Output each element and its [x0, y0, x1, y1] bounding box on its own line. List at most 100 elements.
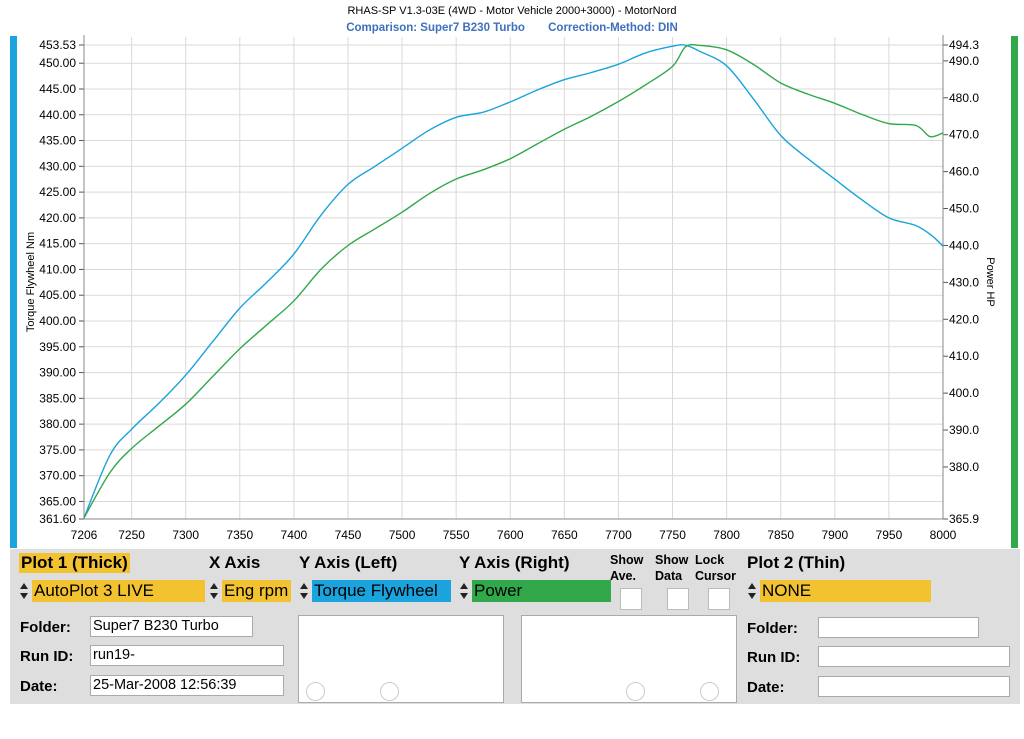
dyno-chart[interactable]: 7206 7250 7300 7350 7400 7450 7500 7550 7600 7650… — [0, 0, 1024, 549]
folder-label: Folder: — [20, 619, 71, 636]
show-data-line2: Data — [655, 569, 683, 583]
y-left-tick-label: 415.00 — [39, 237, 76, 251]
y-right-tick-label: 420.0 — [949, 312, 979, 326]
y-right-tick-label: 365.9 — [949, 512, 979, 526]
x-tick-label: 7400 — [281, 528, 308, 542]
lock-cursor-heading: Lock Cursor — [695, 552, 736, 584]
date2-field[interactable] — [818, 676, 1010, 697]
x-tick-label: 7600 — [497, 528, 524, 542]
up-down-arrows-icon[interactable] — [459, 583, 470, 599]
y-left-tick-label: 430.00 — [39, 159, 76, 173]
control-panel: Plot 1 (Thick) X Axis Y Axis (Left) Y Ax… — [10, 549, 1020, 704]
chart-tick-labels: 7206 7250 7300 7350 7400 7450 7500 7550 7600 7650… — [39, 38, 979, 542]
y-left-select[interactable]: Torque Flywheel — [312, 580, 451, 602]
y-left-selector[interactable]: Torque Flywheel — [299, 580, 451, 602]
up-down-arrows-icon[interactable] — [299, 583, 310, 599]
y-right-tick-label: 490.0 — [949, 54, 979, 68]
y-right-select[interactable]: Power — [472, 580, 611, 602]
up-down-arrows-icon[interactable] — [209, 583, 220, 599]
show-ave-line2: Ave. — [610, 569, 636, 583]
y-left-tick-label: 450.00 — [39, 56, 76, 70]
chart-axes — [79, 35, 948, 520]
y-left-tick-label: 361.60 — [39, 512, 76, 526]
y-right-tick-label: 410.0 — [949, 349, 979, 363]
plot1-heading: Plot 1 (Thick) — [19, 553, 130, 573]
y-left-tick-label: 420.00 — [39, 211, 76, 225]
show-data-line1: Show — [655, 553, 689, 567]
show-data-heading: Show Data — [655, 552, 688, 584]
y-left-tick-label: 435.00 — [39, 134, 76, 148]
y-left-tick-label: 405.00 — [39, 288, 76, 302]
x-tick-label: 7950 — [876, 528, 903, 542]
y-left-tick-label: 425.00 — [39, 185, 76, 199]
x-tick-label: 7350 — [226, 528, 253, 542]
y-left-tick-label: 445.00 — [39, 82, 76, 96]
y-right-tick-label: 430.0 — [949, 275, 979, 289]
up-down-arrows-icon[interactable] — [747, 583, 758, 599]
chart-grid — [84, 37, 943, 520]
y-right-tick-label: 480.0 — [949, 91, 979, 105]
x-axis-selector[interactable]: Eng rpm — [209, 580, 291, 602]
y-left-heading: Y Axis (Left) — [299, 553, 398, 572]
plot1-select[interactable]: AutoPlot 3 LIVE — [32, 580, 205, 602]
y-left-tick-label: 375.00 — [39, 443, 76, 457]
show-ave-line1: Show — [610, 553, 644, 567]
y-left-tick-label: 395.00 — [39, 340, 76, 354]
y-right-heading: Y Axis (Right) — [459, 553, 570, 572]
y-left-tick-label: 440.00 — [39, 108, 76, 122]
y-left-tick-label: 370.00 — [39, 469, 76, 483]
show-ave-checkbox[interactable] — [620, 588, 642, 610]
y-left-tick-label: 380.00 — [39, 417, 76, 431]
x-axis-select[interactable]: Eng rpm — [222, 580, 291, 602]
torque-series-line — [83, 44, 944, 519]
date-label: Date: — [20, 678, 58, 695]
power-series-line — [83, 43, 944, 519]
y-right-tick-label: 440.0 — [949, 238, 979, 252]
y-right-selector[interactable]: Power — [459, 580, 611, 602]
folder2-field[interactable] — [818, 617, 979, 638]
plot2-select[interactable]: NONE — [760, 580, 931, 602]
x-tick-label: 7850 — [767, 528, 794, 542]
show-ave-heading: Show Ave. — [610, 552, 643, 584]
run-id2-label: Run ID: — [747, 649, 801, 666]
x-tick-label: 7800 — [713, 528, 740, 542]
x-tick-label: 7700 — [605, 528, 632, 542]
x-tick-label: 7450 — [335, 528, 362, 542]
date-field[interactable]: 25-Mar-2008 12:56:39 — [90, 675, 284, 696]
y-left-tick-label: 400.00 — [39, 314, 76, 328]
y-right-tick-label: 470.0 — [949, 128, 979, 142]
y-left-tick-label: 365.00 — [39, 494, 76, 508]
folder-field[interactable]: Super7 B230 Turbo — [90, 616, 253, 637]
run-id-field[interactable]: run19- — [90, 645, 284, 666]
y-right-tick-label: 400.0 — [949, 386, 979, 400]
x-axis-heading: X Axis — [209, 553, 261, 572]
y-right-axis-label: Power HP — [984, 257, 996, 307]
x-tick-label: 7300 — [172, 528, 199, 542]
y-left-tick-label: 385.00 — [39, 391, 76, 405]
comment-box-left — [298, 615, 504, 703]
lock-cursor-line2: Cursor — [695, 569, 736, 583]
y-left-tick-label: 390.00 — [39, 366, 76, 380]
x-tick-label: 7650 — [551, 528, 578, 542]
up-down-arrows-icon[interactable] — [19, 583, 30, 599]
show-data-checkbox[interactable] — [667, 588, 689, 610]
x-tick-label: 7250 — [118, 528, 145, 542]
x-tick-label: 8000 — [930, 528, 957, 542]
y-right-tick-label: 460.0 — [949, 165, 979, 179]
x-tick-label: 7550 — [443, 528, 470, 542]
y-right-tick-label: 450.0 — [949, 202, 979, 216]
y-left-tick-label: 453.53 — [39, 38, 76, 52]
punch-hole — [306, 682, 325, 701]
y-right-tick-label: 380.0 — [949, 460, 979, 474]
x-tick-label: 7750 — [659, 528, 686, 542]
x-tick-label: 7206 — [71, 528, 98, 542]
y-right-tick-label: 390.0 — [949, 423, 979, 437]
plot1-selector[interactable]: AutoPlot 3 LIVE — [19, 580, 205, 602]
lock-cursor-checkbox[interactable] — [708, 588, 730, 610]
folder2-label: Folder: — [747, 620, 798, 637]
punch-hole — [700, 682, 719, 701]
plot2-selector[interactable]: NONE — [747, 580, 931, 602]
x-tick-label: 7900 — [821, 528, 848, 542]
run-id2-field[interactable] — [818, 646, 1010, 667]
y-right-tick-label: 494.3 — [949, 38, 979, 52]
